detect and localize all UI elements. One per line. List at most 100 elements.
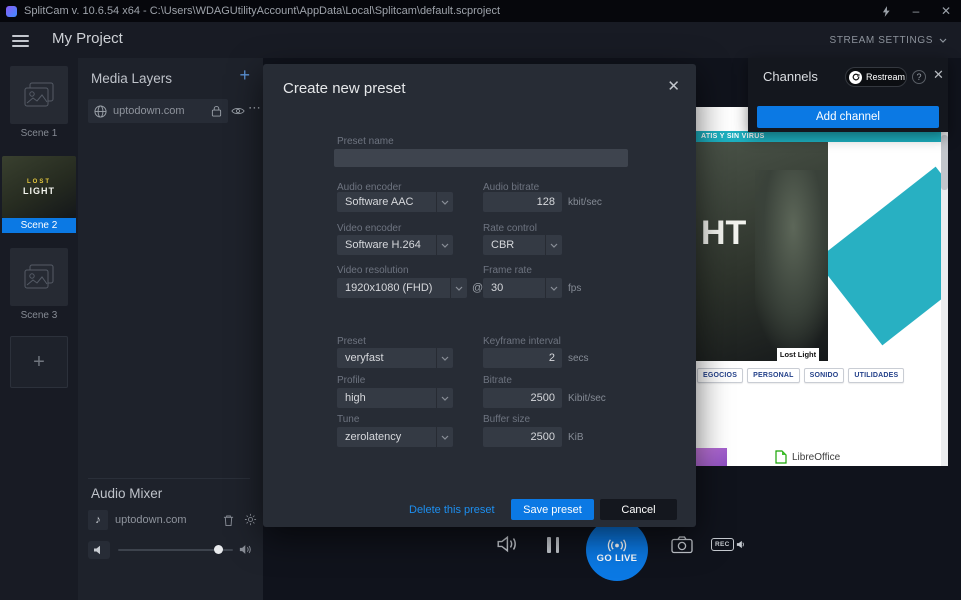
rate-control-dropdown[interactable]: CBR bbox=[483, 235, 562, 255]
chevron-down-icon bbox=[436, 192, 453, 212]
scene-2-thumbnail[interactable]: LOST LIGHT bbox=[2, 156, 76, 218]
stream-settings-button[interactable]: STREAM SETTINGS bbox=[830, 35, 947, 46]
profile-label: Profile bbox=[337, 375, 365, 386]
audio-source-icon: ♪ bbox=[88, 510, 108, 530]
keyframe-interval-unit: secs bbox=[568, 353, 589, 364]
audio-encoder-value: Software AAC bbox=[337, 196, 436, 208]
captured-webpage: ATIS Y SIN VIRUS HT Lost Light EGOCIOS P… bbox=[695, 107, 948, 466]
chevron-down-icon bbox=[545, 278, 562, 298]
libreoffice-item: LibreOffice bbox=[775, 450, 840, 464]
frame-rate-value: 30 bbox=[483, 282, 545, 294]
visibility-eye-icon[interactable] bbox=[231, 106, 245, 116]
image-placeholder-icon bbox=[24, 264, 54, 290]
webpage-thumbnail-image bbox=[695, 448, 727, 466]
gear-icon[interactable] bbox=[244, 513, 257, 526]
record-audio-icon[interactable]: REC bbox=[711, 538, 745, 551]
add-scene-button[interactable]: + bbox=[10, 336, 68, 388]
bitrate-unit: Kibit/sec bbox=[568, 393, 606, 404]
preset-label: Preset bbox=[337, 336, 366, 347]
preset-name-input[interactable] bbox=[334, 149, 628, 167]
channels-close-icon[interactable]: ✕ bbox=[931, 65, 946, 85]
help-icon[interactable]: ? bbox=[912, 70, 926, 84]
modal-close-icon[interactable]: ✕ bbox=[663, 73, 684, 99]
channels-panel: Channels Restream ? ✕ Add channel bbox=[748, 58, 948, 132]
media-layer-row[interactable]: uptodown.com bbox=[88, 99, 228, 123]
tune-dropdown[interactable]: zerolatency bbox=[337, 427, 453, 447]
speaker-waves-icon[interactable] bbox=[239, 544, 253, 555]
pause-icon[interactable] bbox=[547, 537, 559, 553]
audio-monitor-icon[interactable] bbox=[497, 535, 519, 553]
scene-1-label: Scene 1 bbox=[0, 128, 78, 139]
preset-dropdown[interactable]: veryfast bbox=[337, 348, 453, 368]
scene-rail: Scene 1 LOST LIGHT Scene 2 Scene 3 + bbox=[0, 58, 78, 600]
tune-label: Tune bbox=[337, 414, 359, 425]
frame-rate-dropdown[interactable]: 30 bbox=[483, 278, 562, 298]
preset-name-label: Preset name bbox=[337, 136, 394, 147]
chevron-down-icon bbox=[436, 427, 453, 447]
buffer-size-input[interactable]: 2500 bbox=[483, 427, 562, 447]
media-layers-panel: Media Layers + uptodown.com ⋯ Audio Mixe… bbox=[78, 58, 263, 600]
bitrate-input[interactable]: 2500 bbox=[483, 388, 562, 408]
game-character bbox=[755, 170, 828, 360]
video-resolution-label: Video resolution bbox=[337, 265, 409, 276]
resolution-framerate-separator: @ bbox=[472, 282, 483, 294]
trash-icon[interactable] bbox=[223, 514, 234, 527]
add-channel-button[interactable]: Add channel bbox=[757, 106, 939, 128]
category-chip: EGOCIOS bbox=[697, 368, 743, 383]
audio-bitrate-input[interactable]: 128 bbox=[483, 192, 562, 212]
webpage-scrollbar[interactable] bbox=[941, 131, 948, 466]
category-chip: PERSONAL bbox=[747, 368, 800, 383]
bitrate-label: Bitrate bbox=[483, 375, 512, 386]
menu-icon[interactable] bbox=[12, 35, 29, 47]
chevron-down-icon bbox=[436, 235, 453, 255]
chevron-down-icon bbox=[939, 38, 947, 43]
audio-mixer-row: ♪ uptodown.com bbox=[88, 510, 187, 530]
frame-rate-label: Frame rate bbox=[483, 265, 532, 276]
go-live-button[interactable]: GO LIVE bbox=[586, 519, 648, 581]
lost-light-logo-top: LOST bbox=[27, 179, 51, 185]
close-button[interactable]: ✕ bbox=[931, 0, 961, 22]
chevron-down-icon bbox=[436, 348, 453, 368]
lost-light-logo-bottom: LIGHT bbox=[23, 186, 55, 196]
scrollbar-thumb[interactable] bbox=[941, 135, 948, 190]
webpage-banner: ATIS Y SIN VIRUS bbox=[695, 131, 941, 142]
snapshot-camera-icon[interactable] bbox=[671, 536, 693, 554]
splitcam-logo-icon bbox=[6, 6, 17, 17]
restream-button[interactable]: Restream bbox=[845, 67, 907, 87]
save-preset-button[interactable]: Save preset bbox=[511, 499, 594, 520]
buffer-size-label: Buffer size bbox=[483, 414, 530, 425]
create-preset-modal: Create new preset ✕ Preset name Audio en… bbox=[263, 64, 696, 527]
category-chip: UTILIDADES bbox=[848, 368, 904, 383]
chevron-down-icon bbox=[436, 388, 453, 408]
category-chips: EGOCIOS PERSONAL SONIDO UTILIDADES bbox=[697, 368, 904, 383]
lock-icon[interactable] bbox=[211, 105, 222, 117]
audio-encoder-dropdown[interactable]: Software AAC bbox=[337, 192, 453, 212]
layer-more-options-icon[interactable]: ⋯ bbox=[248, 100, 263, 116]
game-screenshot: HT bbox=[695, 142, 828, 361]
scene-2-label-selected[interactable]: Scene 2 bbox=[2, 218, 76, 233]
video-encoder-label: Video encoder bbox=[337, 223, 401, 234]
scene-1-thumbnail[interactable] bbox=[10, 66, 68, 124]
boost-icon[interactable] bbox=[871, 0, 901, 22]
delete-preset-link[interactable]: Delete this preset bbox=[409, 504, 495, 516]
webpage-teal-graphic bbox=[816, 167, 948, 346]
category-chip: SONIDO bbox=[804, 368, 845, 383]
audio-source-name: uptodown.com bbox=[115, 514, 187, 526]
volume-slider-handle[interactable] bbox=[214, 545, 223, 554]
keyframe-interval-input[interactable]: 2 bbox=[483, 348, 562, 368]
media-layer-name: uptodown.com bbox=[113, 105, 205, 117]
profile-value: high bbox=[337, 392, 436, 404]
mute-toggle-button[interactable] bbox=[88, 541, 110, 559]
scene-3-thumbnail[interactable] bbox=[10, 248, 68, 306]
channels-title: Channels bbox=[763, 69, 818, 84]
libreoffice-icon bbox=[775, 450, 787, 464]
video-encoder-dropdown[interactable]: Software H.264 bbox=[337, 235, 453, 255]
minimize-button[interactable]: – bbox=[901, 0, 931, 22]
add-layer-button[interactable]: + bbox=[239, 66, 250, 84]
video-resolution-dropdown[interactable]: 1920x1080 (FHD) bbox=[337, 278, 467, 298]
tune-value: zerolatency bbox=[337, 431, 436, 443]
rate-control-label: Rate control bbox=[483, 223, 537, 234]
profile-dropdown[interactable]: high bbox=[337, 388, 453, 408]
speaker-small-icon bbox=[736, 540, 745, 549]
cancel-button[interactable]: Cancel bbox=[600, 499, 677, 520]
